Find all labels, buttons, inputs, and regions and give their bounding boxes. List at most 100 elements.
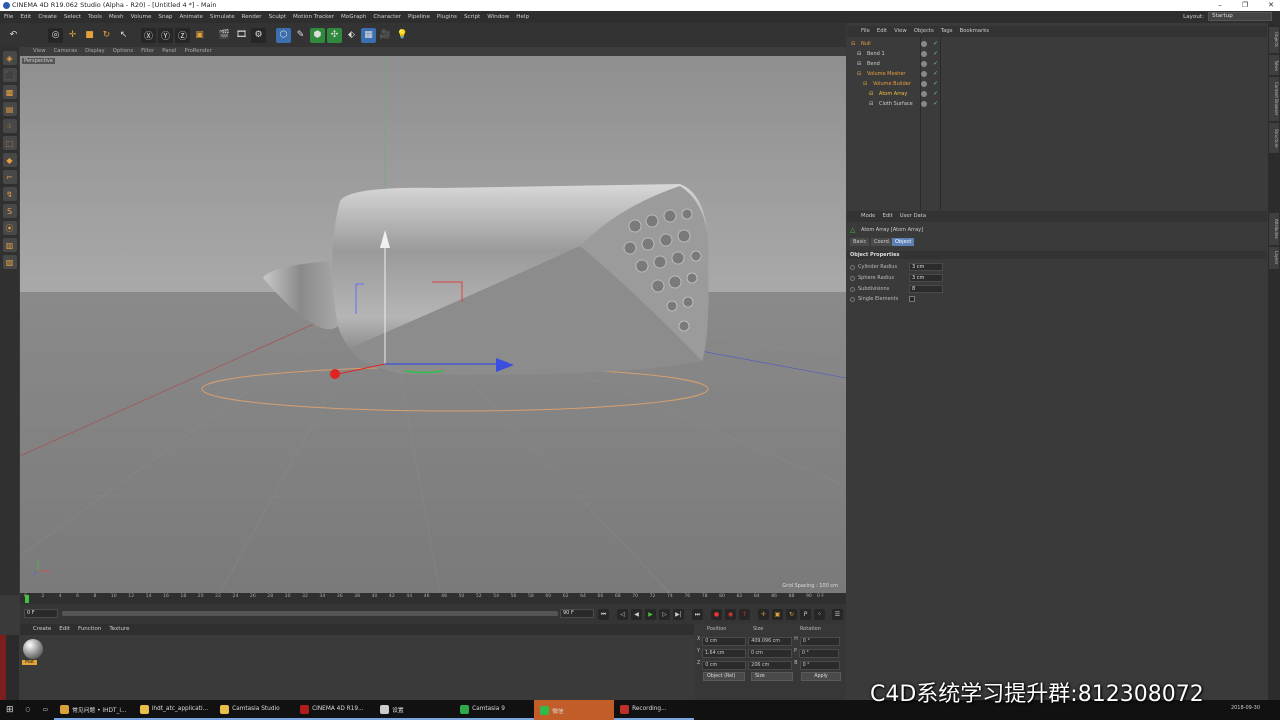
autokeying-icon[interactable]: ◉ xyxy=(725,609,736,620)
enabled-check-icon[interactable]: ✓ xyxy=(933,59,938,69)
menu-select[interactable]: Select xyxy=(64,14,81,20)
locked-workplane-icon[interactable]: ▥ xyxy=(2,238,17,252)
coordinate-system-icon[interactable]: ▣ xyxy=(192,28,207,43)
objects-menu-objects[interactable]: Objects xyxy=(914,26,934,37)
animation-dot-icon[interactable] xyxy=(850,275,855,281)
viewport-menu-options[interactable]: Options xyxy=(113,47,133,56)
expand-toggle-icon[interactable]: ⊟ xyxy=(869,99,873,109)
z-axis-lock-icon[interactable]: Ⓩ xyxy=(175,27,190,43)
layout-select[interactable]: Startup xyxy=(1208,12,1272,21)
attributes-menu-user-data[interactable]: User Data xyxy=(900,211,926,222)
menu-file[interactable]: File xyxy=(4,14,13,20)
render-picture-viewer-icon[interactable]: 🎞 xyxy=(234,28,249,43)
keyframe-selection-icon[interactable]: ? xyxy=(739,609,750,620)
menu-mograph[interactable]: MoGraph xyxy=(341,14,366,20)
timeline-window-icon[interactable]: ☰ xyxy=(832,609,843,620)
enabled-check-icon[interactable]: ✓ xyxy=(933,79,938,89)
select-tool-icon[interactable]: ◎ xyxy=(48,27,63,43)
visibility-dot-icon[interactable] xyxy=(921,71,927,77)
undo-icon[interactable]: ↶ xyxy=(6,28,21,43)
go-to-start-icon[interactable]: ⏮ xyxy=(598,609,609,620)
menu-render[interactable]: Render xyxy=(242,14,262,20)
record-keys-icon[interactable]: ● xyxy=(711,609,722,620)
menu-animate[interactable]: Animate xyxy=(179,14,202,20)
menu-character[interactable]: Character xyxy=(373,14,401,20)
rotation-key-icon[interactable]: ↻ xyxy=(786,609,797,620)
object-name[interactable]: Volume Mesher xyxy=(867,69,905,79)
tab-layers[interactable]: Layers xyxy=(1269,247,1279,269)
search-button[interactable]: ○ xyxy=(20,700,37,720)
tab-structure[interactable]: Structure xyxy=(1269,123,1279,153)
timeline-scrubber[interactable] xyxy=(62,611,558,616)
expand-toggle-icon[interactable]: ⊟ xyxy=(863,79,867,89)
previous-key-icon[interactable]: ◁ xyxy=(617,609,628,620)
cylinder-radius-field[interactable]: 3 cm xyxy=(909,263,943,271)
objects-menu-view[interactable]: View xyxy=(894,26,907,37)
menu-sculpt[interactable]: Sculpt xyxy=(269,14,286,20)
expand-toggle-icon[interactable]: ⊟ xyxy=(857,49,861,59)
tab-attributes[interactable]: Attributes xyxy=(1269,213,1279,245)
move-tool-icon[interactable]: ✛ xyxy=(65,28,80,43)
taskbar-app-button[interactable]: Recording... xyxy=(614,700,695,720)
object-row[interactable]: ⊟ Bend ✓ xyxy=(847,59,1267,69)
go-to-end-icon[interactable]: ⏭ xyxy=(692,609,703,620)
menu-volume[interactable]: Volume xyxy=(131,14,152,20)
points-mode-icon[interactable]: ⁘ xyxy=(2,119,17,133)
taskbar-app-button[interactable]: 微信 xyxy=(534,700,615,720)
object-name[interactable]: Volume Builder xyxy=(873,79,911,89)
menu-plugins[interactable]: Plugins xyxy=(437,14,457,20)
menu-mesh[interactable]: Mesh xyxy=(109,14,124,20)
cloner-icon[interactable]: ✣ xyxy=(327,27,342,43)
enabled-check-icon[interactable]: ✓ xyxy=(933,99,938,109)
visibility-dot-icon[interactable] xyxy=(921,51,927,57)
visibility-dot-icon[interactable] xyxy=(921,41,927,47)
start-button[interactable]: ⊞ xyxy=(0,700,20,720)
size-mode-select[interactable]: Size xyxy=(751,672,793,681)
objects-menu-bookmarks[interactable]: Bookmarks xyxy=(959,26,989,37)
rotate-tool-icon[interactable]: ↻ xyxy=(99,28,114,43)
material-name-label[interactable]: Mat xyxy=(22,660,37,665)
tab-content-browser[interactable]: Content Browser xyxy=(1269,77,1279,121)
redo-icon[interactable] xyxy=(23,28,38,43)
rotation-h-field[interactable]: 0 ° xyxy=(799,637,840,646)
position-z-field[interactable]: 0 cm xyxy=(702,661,747,670)
single-elements-checkbox[interactable] xyxy=(909,296,915,302)
objects-menu-edit[interactable]: Edit xyxy=(877,26,887,37)
enabled-check-icon[interactable]: ✓ xyxy=(933,69,938,79)
animation-dot-icon[interactable] xyxy=(850,286,855,292)
enable-axis-icon[interactable]: ⌐ xyxy=(2,170,17,184)
current-frame-field[interactable]: 0 F xyxy=(24,609,58,618)
render-settings-icon[interactable]: ⚙ xyxy=(251,27,266,43)
viewport-menu-panel[interactable]: Panel xyxy=(162,47,176,56)
object-name[interactable]: Bend 1 xyxy=(867,49,885,59)
taskbar-app-button[interactable]: ihdt_atc_applicati... xyxy=(134,700,215,720)
material-menu-create[interactable]: Create xyxy=(33,624,51,635)
play-forward-icon[interactable]: ▶ xyxy=(645,609,656,620)
rotation-p-field[interactable]: 0 ° xyxy=(798,649,839,658)
viewport-menu-prorender[interactable]: ProRender xyxy=(185,47,212,56)
size-y-field[interactable]: 0 cm xyxy=(747,649,792,658)
planar-workplane-icon[interactable]: ▧ xyxy=(2,255,17,269)
menu-snap[interactable]: Snap xyxy=(158,14,172,20)
expand-toggle-icon[interactable]: ⊟ xyxy=(869,89,873,99)
visibility-dot-icon[interactable] xyxy=(921,81,927,87)
expand-toggle-icon[interactable]: ⊟ xyxy=(857,59,861,69)
object-name[interactable]: Cloth Surface xyxy=(879,99,913,109)
coordinate-mode-select[interactable]: Object (Rel) xyxy=(703,672,745,681)
taskbar-app-button[interactable]: Camtasia 9 xyxy=(454,700,535,720)
menu-pipeline[interactable]: Pipeline xyxy=(408,14,430,20)
size-z-field[interactable]: 206 cm xyxy=(748,661,793,670)
last-tool-icon[interactable]: ↖ xyxy=(116,28,131,43)
apply-button[interactable]: Apply xyxy=(801,672,841,681)
rotation-b-field[interactable]: 0 ° xyxy=(799,661,840,670)
material-menu-texture[interactable]: Texture xyxy=(109,624,129,635)
attributes-menu-mode[interactable]: Mode xyxy=(861,211,875,222)
taskbar-app-button[interactable]: Camtasia Studio xyxy=(214,700,295,720)
object-row[interactable]: ⊟ Volume Mesher ✓ xyxy=(847,69,1267,79)
object-name[interactable]: Null xyxy=(861,39,871,49)
next-key-icon[interactable]: ▶| xyxy=(673,609,684,620)
viewport-menu-cameras[interactable]: Cameras xyxy=(54,47,78,56)
subdivisions-field[interactable]: 8 xyxy=(909,285,943,293)
visibility-dot-icon[interactable] xyxy=(921,101,927,107)
expand-toggle-icon[interactable]: ⊟ xyxy=(857,69,861,79)
